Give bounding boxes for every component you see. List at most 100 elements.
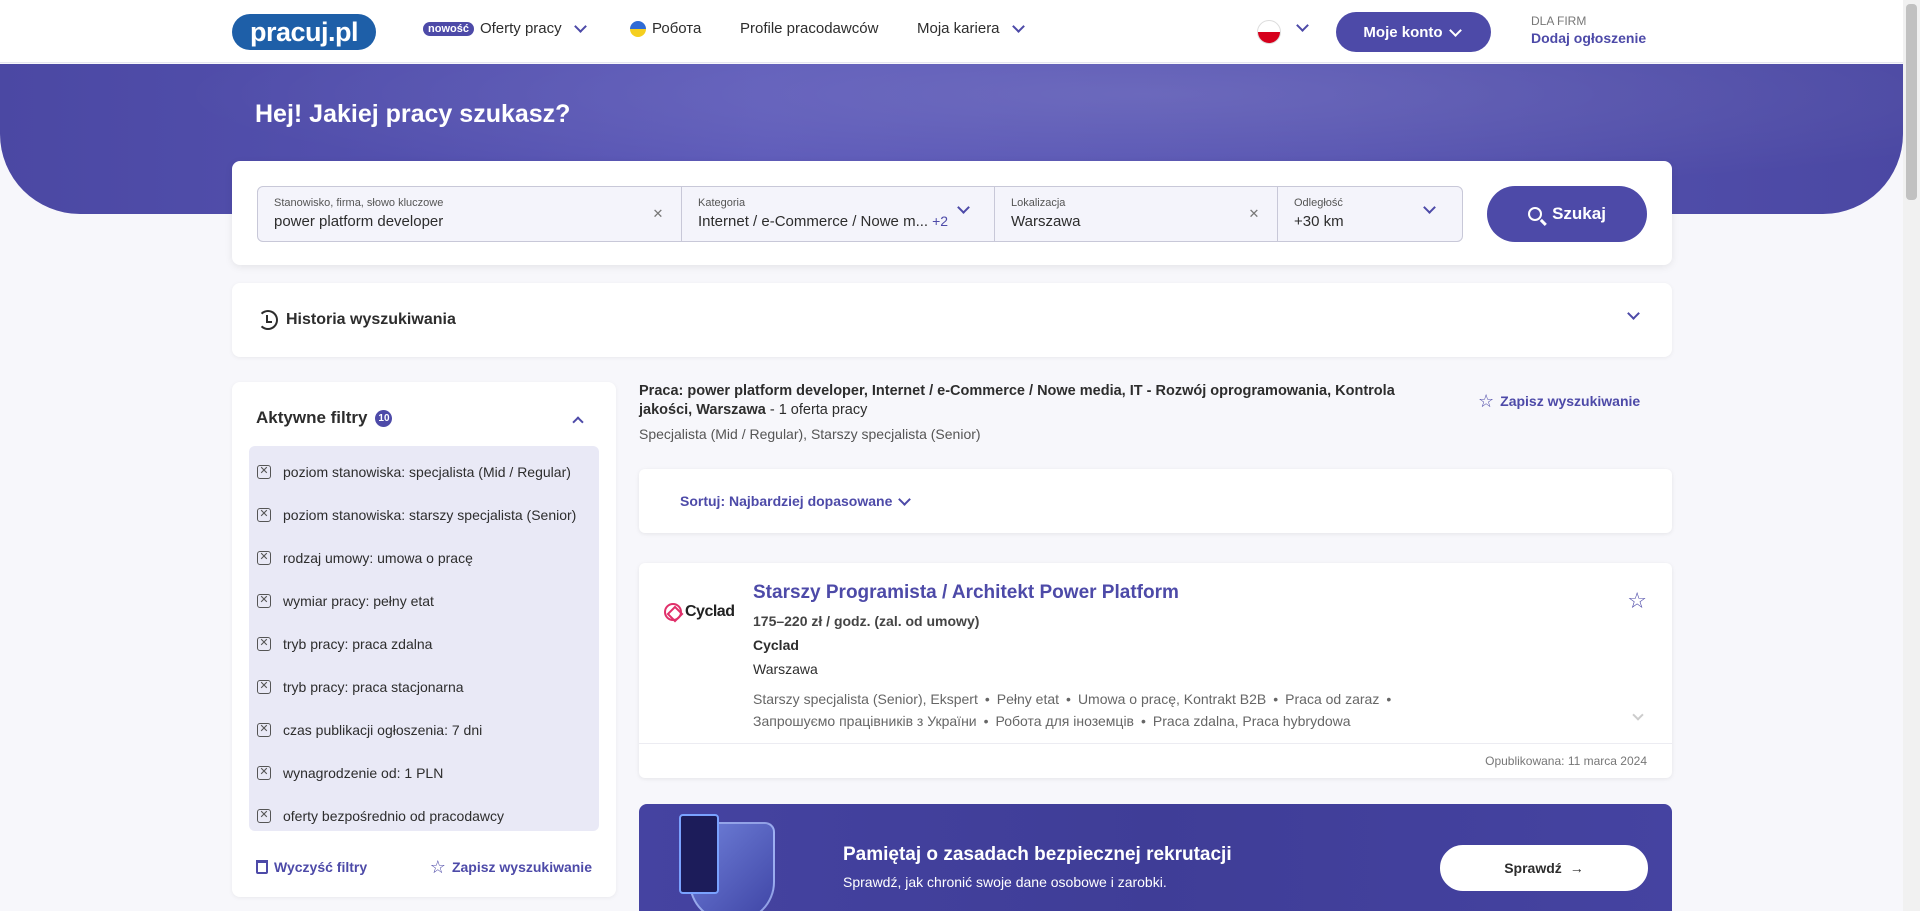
- company-logo-text: Cyclad: [685, 603, 735, 620]
- nav-ua-label: Робота: [652, 20, 702, 37]
- filter-item[interactable]: ✕ oferty bezpośrednio od pracodawcy: [249, 794, 599, 837]
- account-button[interactable]: Moje konto: [1336, 12, 1491, 52]
- category-field[interactable]: Kategoria Internet / e-Commerce / Nowe m…: [682, 187, 995, 241]
- separator-dot: •: [1141, 713, 1146, 729]
- location-input[interactable]: Warszawa: [1011, 213, 1261, 230]
- filter-label: poziom stanowiska: starszy specjalista (…: [283, 506, 577, 523]
- company-logo[interactable]: Cyclad: [664, 603, 735, 621]
- filter-item[interactable]: ✕ poziom stanowiska: specjalista (Mid / R…: [249, 450, 599, 493]
- check-button[interactable]: Sprawdź →: [1440, 845, 1648, 891]
- category-value: Internet / e-Commerce / Nowe m...: [698, 213, 929, 230]
- job-tag: Praca od zaraz: [1285, 691, 1380, 707]
- save-search-link[interactable]: ☆ Zapisz wyszukiwanie: [1478, 392, 1640, 410]
- job-tag: Робота для іноземців: [995, 713, 1134, 729]
- language-chevron-icon[interactable]: [1296, 19, 1309, 32]
- save-search-label: Zapisz wyszukiwanie: [451, 859, 592, 875]
- distance-select[interactable]: +30 km: [1294, 213, 1446, 230]
- nav-offers-label: Oferty pracy: [479, 20, 562, 37]
- save-search-link-label: Zapisz wyszukiwanie: [1500, 393, 1641, 409]
- remove-filter-icon[interactable]: ✕: [257, 550, 271, 565]
- sort-dropdown[interactable]: Sortuj: Najbardziej dopasowane: [639, 469, 1672, 533]
- distance-field[interactable]: Odległość +30 km: [1278, 187, 1462, 241]
- filter-label: poziom stanowiska: specjalista (Mid / Re…: [283, 463, 571, 480]
- clear-location-icon[interactable]: ✕: [1247, 207, 1261, 221]
- remove-filter-icon[interactable]: ✕: [257, 722, 271, 737]
- filter-item[interactable]: ✕ czas publikacji ogłoszenia: 7 dni: [249, 708, 599, 751]
- remove-filter-icon[interactable]: ✕: [257, 808, 271, 823]
- remove-filter-icon[interactable]: ✕: [257, 464, 271, 479]
- remove-filter-icon[interactable]: ✕: [257, 593, 271, 608]
- search-history-panel[interactable]: Historia wyszukiwania: [232, 283, 1672, 357]
- category-select[interactable]: Internet / e-Commerce / Nowe m... +2: [698, 213, 978, 230]
- filter-item[interactable]: ✕ poziom stanowiska: starszy specjalista …: [249, 493, 599, 536]
- filter-item[interactable]: ✕ wynagrodzenie od: 1 PLN: [249, 751, 599, 794]
- keyword-field[interactable]: Stanowisko, firma, słowo kluczowe power …: [258, 187, 682, 241]
- banner-subtitle: Sprawdź, jak chronić swoje dane osobowe …: [843, 874, 1167, 890]
- poland-flag-icon[interactable]: [1257, 20, 1281, 44]
- filter-item[interactable]: ✕ tryb pracy: praca zdalna: [249, 622, 599, 665]
- filter-item[interactable]: ✕ rodzaj umowy: umowa o pracę: [249, 536, 599, 579]
- scrollbar-thumb[interactable]: [1906, 4, 1917, 200]
- nav-offers[interactable]: nowość Oferty pracy: [423, 20, 589, 37]
- phone-illustration: [679, 814, 719, 894]
- filter-list: ✕ poziom stanowiska: specjalista (Mid / R…: [249, 446, 599, 831]
- separator-dot: •: [1386, 691, 1392, 707]
- hero-title: Hej! Jakiej pracy szukasz?: [255, 100, 571, 128]
- for-companies-label: DLA FIRM: [1531, 14, 1587, 28]
- clear-keyword-icon[interactable]: ✕: [651, 207, 665, 221]
- remove-filter-icon[interactable]: ✕: [257, 765, 271, 780]
- separator-dot: •: [984, 691, 990, 707]
- nav-employers-label: Profile pracodawców: [740, 20, 879, 37]
- expand-chevron-icon[interactable]: [1632, 709, 1644, 721]
- separator-dot: •: [1066, 691, 1071, 707]
- nav-ukrainian-jobs[interactable]: Робота: [630, 20, 701, 37]
- clear-filters-button[interactable]: Wyczyść filtry: [256, 858, 367, 876]
- sort-label: Sortuj: Najbardziej dopasowane: [680, 493, 893, 509]
- job-tag: Umowa o pracę, Kontrakt B2B: [1077, 691, 1267, 707]
- filters-actions: Wyczyść filtry ☆ Zapisz wyszukiwanie: [256, 858, 592, 876]
- favorite-star-icon[interactable]: ☆: [1627, 588, 1647, 614]
- add-listing-link[interactable]: Dodaj ogłoszenie: [1531, 30, 1646, 46]
- account-label: Moje konto: [1363, 23, 1443, 41]
- search-button[interactable]: Szukaj: [1487, 186, 1647, 242]
- chevron-up-icon[interactable]: [572, 416, 584, 428]
- filter-label: wynagrodzenie od: 1 PLN: [283, 764, 444, 781]
- job-published-date: Opublikowana: 11 marca 2024: [639, 743, 1672, 778]
- job-title-link[interactable]: Starszy Programista / Architekt Power Pl…: [753, 582, 1179, 604]
- filter-label: tryb pracy: praca stacjonarna: [283, 678, 464, 695]
- job-salary: 175–220 zł / godz. (zal. od umowy): [753, 613, 980, 629]
- search-icon: [1528, 207, 1543, 221]
- job-tags: Starszy specjalista (Senior), Ekspert • Pe…: [753, 688, 1453, 732]
- remove-filter-icon[interactable]: ✕: [257, 507, 271, 522]
- job-tags-line-1: Starszy specjalista (Senior), Ekspert • Pe…: [753, 688, 1453, 710]
- filter-item[interactable]: ✕ tryb pracy: praca stacjonarna: [249, 665, 599, 708]
- filter-item[interactable]: ✕ wymiar pracy: pełny etat: [249, 579, 599, 622]
- nav-career[interactable]: Moja kariera: [917, 20, 1027, 37]
- save-search-button[interactable]: ☆ Zapisz wyszukiwanie: [430, 858, 592, 876]
- chevron-down-icon: [1448, 23, 1462, 37]
- filter-label: czas publikacji ogłoszenia: 7 dni: [283, 721, 483, 738]
- pracuj-logo[interactable]: pracuj.pl: [232, 14, 376, 50]
- results-query: Praca: power platform developer, Interne…: [639, 382, 1419, 420]
- job-tags-line-2: Запрошуємо працівників з України • Робота …: [753, 710, 1453, 732]
- arrow-right-icon: →: [1569, 860, 1584, 876]
- separator-dot: •: [1273, 691, 1279, 707]
- nav-employers[interactable]: Profile pracodawców: [740, 20, 878, 37]
- location-field[interactable]: Lokalizacja Warszawa ✕: [995, 187, 1278, 241]
- job-tag: Praca zdalna, Praca hybrydowa: [1152, 713, 1351, 729]
- search-history-title: Historia wyszukiwania: [286, 311, 456, 328]
- cyclad-logo-icon: [664, 603, 682, 621]
- search-fields: Stanowisko, firma, słowo kluczowe power …: [257, 186, 1463, 242]
- new-badge: nowość: [423, 21, 474, 36]
- search-button-label: Szukaj: [1552, 204, 1606, 223]
- check-button-label: Sprawdź: [1504, 860, 1562, 876]
- nav-career-label: Moja kariera: [917, 20, 1000, 37]
- keyword-input[interactable]: power platform developer: [274, 213, 665, 230]
- job-tag: Starszy specjalista (Senior), Ekspert: [753, 691, 978, 707]
- chevron-down-icon[interactable]: [1627, 307, 1640, 320]
- remove-filter-icon[interactable]: ✕: [257, 679, 271, 694]
- trash-icon: [256, 860, 268, 874]
- job-offer-card[interactable]: Cyclad Starszy Programista / Architekt P…: [639, 563, 1672, 778]
- ukraine-flag-icon: [630, 20, 646, 37]
- remove-filter-icon[interactable]: ✕: [257, 636, 271, 651]
